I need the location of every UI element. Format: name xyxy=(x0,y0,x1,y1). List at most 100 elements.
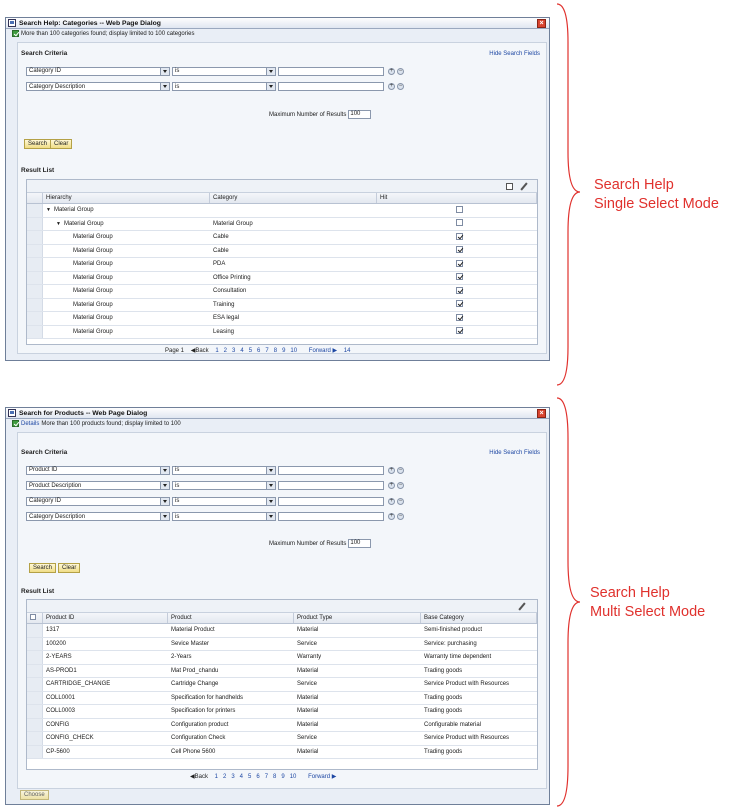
row-selector[interactable] xyxy=(27,718,43,731)
column-header[interactable]: Product xyxy=(168,613,294,623)
row-selector[interactable] xyxy=(27,637,43,650)
chevron-down-icon[interactable] xyxy=(266,497,275,505)
select-all-header[interactable] xyxy=(27,613,43,623)
column-header[interactable]: Product Type xyxy=(294,613,421,623)
row-selector[interactable] xyxy=(27,325,43,338)
value-input[interactable] xyxy=(278,465,384,475)
close-icon[interactable]: × xyxy=(537,19,546,28)
operator-dropdown[interactable]: is xyxy=(172,66,276,76)
page-link[interactable]: 5 xyxy=(249,348,252,354)
operator-dropdown[interactable]: is xyxy=(172,481,276,490)
value-input[interactable] xyxy=(278,512,384,521)
hide-search-fields-link[interactable]: Hide Search Fields xyxy=(489,51,540,57)
chevron-down-icon[interactable] xyxy=(266,513,275,520)
value-input[interactable] xyxy=(278,66,384,76)
page-link[interactable]: 6 xyxy=(257,348,260,354)
column-header[interactable]: Hierarchy xyxy=(43,193,210,203)
row-selector[interactable] xyxy=(27,258,43,271)
add-row-icon[interactable]: + xyxy=(388,482,395,489)
table-row[interactable]: Material Group Consultation xyxy=(27,285,537,299)
forward-link[interactable]: Forward ▶ xyxy=(308,774,336,780)
table-row[interactable]: AS-PROD1 Mat Prod_chandu Material Trading g… xyxy=(27,664,537,678)
row-selector[interactable] xyxy=(27,745,43,758)
page-link[interactable]: 3 xyxy=(232,348,235,354)
table-row[interactable]: Material Group Cable xyxy=(27,244,537,258)
chevron-down-icon[interactable] xyxy=(160,497,169,505)
chevron-down-icon[interactable] xyxy=(266,466,275,474)
chevron-down-icon[interactable] xyxy=(160,482,169,489)
chevron-down-icon[interactable] xyxy=(266,83,275,90)
hide-search-fields-link[interactable]: Hide Search Fields xyxy=(489,450,540,456)
field-dropdown[interactable]: Product Description xyxy=(26,481,170,490)
chevron-down-icon[interactable] xyxy=(266,67,275,75)
add-row-icon[interactable]: + xyxy=(388,67,395,75)
page-link[interactable]: 10 xyxy=(290,348,297,354)
chevron-down-icon[interactable] xyxy=(160,83,169,90)
page-link[interactable]: 8 xyxy=(274,348,277,354)
page-link[interactable]: 8 xyxy=(273,774,276,780)
row-selector[interactable] xyxy=(27,298,43,311)
chevron-down-icon[interactable] xyxy=(160,67,169,75)
add-row-icon[interactable]: + xyxy=(388,497,395,505)
hit-checkbox[interactable] xyxy=(456,259,463,267)
table-row[interactable]: Material Group Training xyxy=(27,298,537,312)
table-row[interactable]: CARTRIDGE_CHANGE Cartridge Change Service S… xyxy=(27,678,537,692)
value-input[interactable] xyxy=(278,481,384,490)
table-row[interactable]: Material Group ESA legal xyxy=(27,312,537,326)
table-row[interactable]: 100200 Sevice Master Service Service: purch… xyxy=(27,637,537,651)
page-link[interactable]: 7 xyxy=(265,774,268,780)
table-row[interactable]: ▼ Material Group xyxy=(27,204,537,218)
page-link[interactable]: 7 xyxy=(265,348,268,354)
clear-button[interactable]: Clear xyxy=(50,139,73,149)
back-link[interactable]: ◀Back xyxy=(190,774,208,780)
page-link[interactable]: 4 xyxy=(240,348,243,354)
page-link[interactable]: 1 xyxy=(215,774,218,780)
field-dropdown[interactable]: Category Description xyxy=(26,82,170,91)
page-link[interactable]: 6 xyxy=(256,774,259,780)
table-row[interactable]: Material Group Cable xyxy=(27,231,537,245)
field-dropdown[interactable]: Category ID xyxy=(26,496,170,506)
expand-triangle-icon[interactable]: ▼ xyxy=(56,221,61,227)
hit-checkbox[interactable] xyxy=(456,246,463,254)
row-selector[interactable] xyxy=(27,624,43,637)
table-row[interactable]: Material Group Leasing xyxy=(27,325,537,339)
remove-row-icon[interactable]: − xyxy=(397,513,404,520)
max-results-input[interactable]: 100 xyxy=(348,539,372,548)
table-row[interactable]: COLL0001 Specification for handhelds Mater… xyxy=(27,691,537,705)
column-header[interactable]: Product ID xyxy=(43,613,168,623)
row-selector[interactable] xyxy=(27,271,43,284)
field-dropdown[interactable]: Category ID xyxy=(26,66,170,76)
back-link[interactable]: ◀Back xyxy=(191,348,209,354)
operator-dropdown[interactable]: is xyxy=(172,496,276,506)
chevron-down-icon[interactable] xyxy=(160,513,169,520)
hit-checkbox[interactable] xyxy=(456,300,463,308)
hit-checkbox[interactable] xyxy=(456,219,463,227)
table-row[interactable]: CONFIG Configuration product Material Confi… xyxy=(27,718,537,732)
search-button[interactable]: Search xyxy=(29,563,57,573)
remove-row-icon[interactable]: − xyxy=(397,497,404,505)
table-row[interactable]: Material Group Office Printing xyxy=(27,271,537,285)
row-selector[interactable] xyxy=(27,285,43,298)
page-link[interactable]: 9 xyxy=(282,348,285,354)
table-row[interactable]: CONFIG_CHECK Configuration Check Service Se… xyxy=(27,732,537,746)
row-selector[interactable] xyxy=(27,678,43,691)
expand-triangle-icon[interactable]: ▼ xyxy=(46,207,51,213)
row-selector[interactable] xyxy=(27,312,43,325)
add-row-icon[interactable]: + xyxy=(388,513,395,520)
hit-checkbox[interactable] xyxy=(456,286,463,294)
page-link[interactable]: 2 xyxy=(223,774,226,780)
operator-dropdown[interactable]: is xyxy=(172,512,276,521)
clear-button[interactable]: Clear xyxy=(58,563,81,573)
page-link[interactable]: 10 xyxy=(290,774,297,780)
search-button[interactable]: Search xyxy=(24,139,52,149)
remove-row-icon[interactable]: − xyxy=(397,83,404,90)
column-header[interactable]: Base Category xyxy=(421,613,537,623)
operator-dropdown[interactable]: is xyxy=(172,82,276,91)
details-link[interactable]: Details xyxy=(21,421,39,427)
table-row[interactable]: COLL0003 Specification for printers Materi… xyxy=(27,705,537,719)
close-icon[interactable]: × xyxy=(537,409,546,418)
value-input[interactable] xyxy=(278,82,384,91)
field-dropdown[interactable]: Category Description xyxy=(26,512,170,521)
page-link[interactable]: 9 xyxy=(281,774,284,780)
table-row[interactable]: 1317 Material Product Material Semi-finishe… xyxy=(27,624,537,638)
